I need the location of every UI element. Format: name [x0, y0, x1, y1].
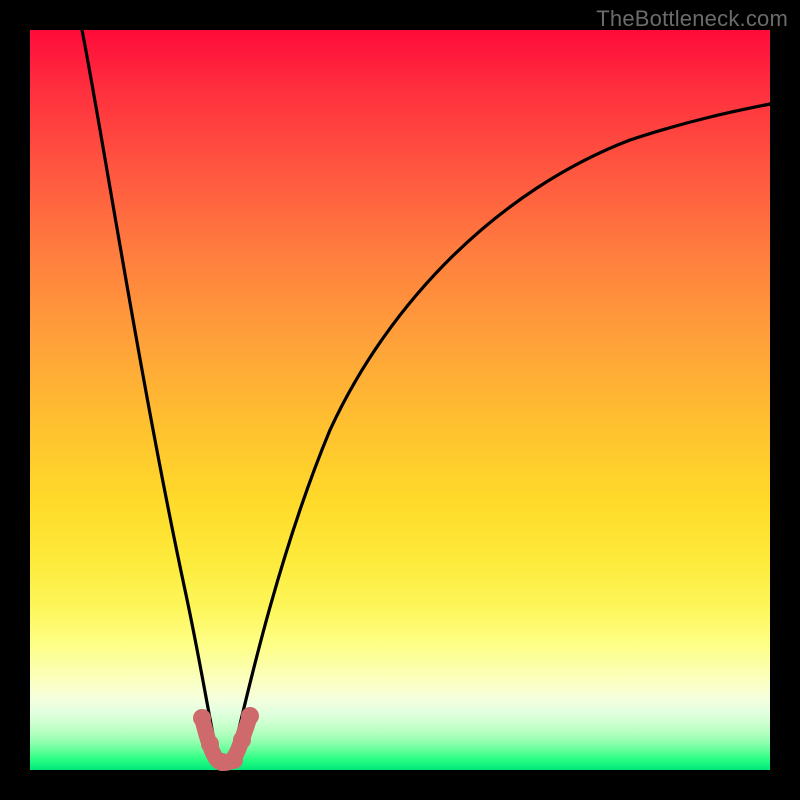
highlight-minimum: [30, 30, 770, 770]
chart-frame: TheBottleneck.com: [0, 0, 800, 800]
plot-area: [30, 30, 770, 770]
watermark-text: TheBottleneck.com: [596, 6, 788, 32]
